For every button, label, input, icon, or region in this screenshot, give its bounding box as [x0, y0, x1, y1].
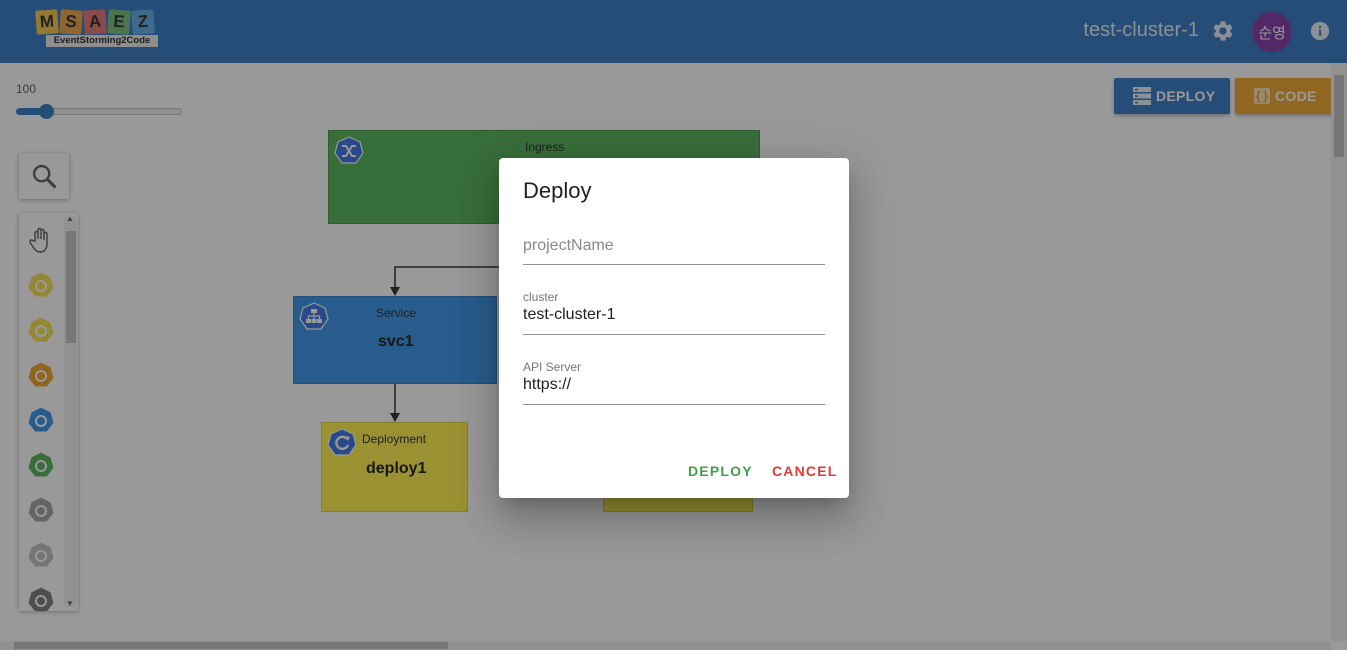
cluster-input[interactable] — [523, 306, 825, 324]
deploy-dialog: Deploy cluster API Server DEPLOY CANCEL — [499, 158, 849, 498]
dialog-cancel-button[interactable]: CANCEL — [772, 463, 838, 479]
project-name-underline — [523, 264, 825, 265]
api-server-input[interactable] — [523, 376, 825, 394]
dialog-title: Deploy — [523, 178, 592, 203]
project-name-input[interactable] — [523, 237, 825, 255]
cluster-field: cluster — [523, 290, 825, 336]
api-server-underline — [523, 404, 825, 405]
cluster-label: cluster — [523, 290, 559, 304]
project-name-field — [523, 230, 825, 266]
api-server-label: API Server — [523, 360, 582, 374]
dialog-deploy-button[interactable]: DEPLOY — [688, 463, 753, 479]
cluster-underline — [523, 334, 825, 335]
api-server-field: API Server — [523, 360, 825, 406]
